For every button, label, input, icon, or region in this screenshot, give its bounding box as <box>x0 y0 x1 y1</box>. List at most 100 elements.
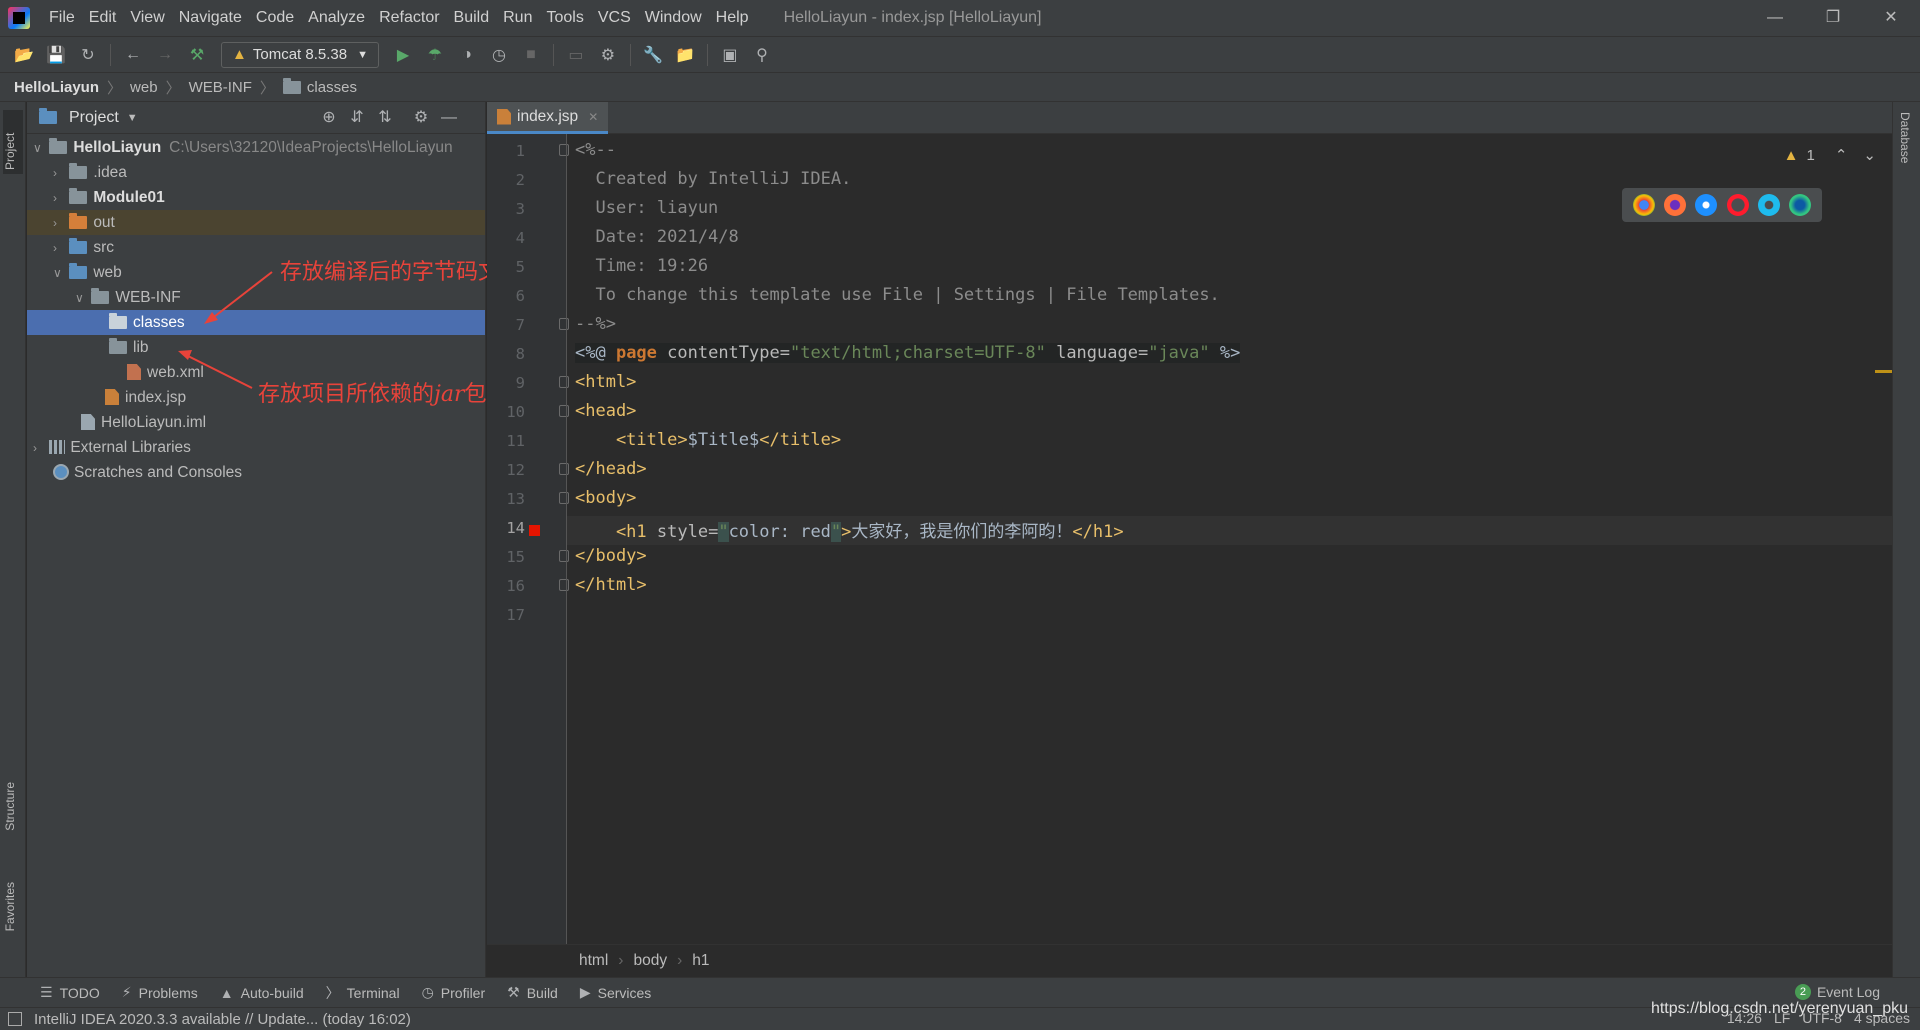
expand-all-icon[interactable]: ⇵ <box>345 106 369 130</box>
code-line-3[interactable]: User: liayun <box>575 198 718 218</box>
project-tool-tab[interactable]: Project <box>3 110 23 174</box>
code-line-10[interactable]: <head> <box>575 401 636 421</box>
firefox-icon[interactable] <box>1663 194 1686 216</box>
code-line-8[interactable]: <%@ page contentType="text/html;charset=… <box>575 343 1241 363</box>
menu-view[interactable]: View <box>123 0 171 36</box>
menu-run[interactable]: Run <box>496 0 539 36</box>
status-message[interactable]: IntelliJ IDEA 2020.3.3 available // Upda… <box>34 1011 411 1028</box>
breadcrumb-classes[interactable]: classes <box>307 79 357 96</box>
chevron-up-icon[interactable]: ⌃ <box>1835 146 1848 164</box>
tab-index-jsp[interactable]: index.jsp ✕ <box>487 102 609 134</box>
menu-refactor[interactable]: Refactor <box>372 0 446 36</box>
back-arrow-icon[interactable]: ← <box>121 43 145 67</box>
open-folder-icon[interactable]: 📂 <box>12 43 36 67</box>
fold-icon[interactable] <box>559 550 569 562</box>
code-line-6[interactable]: To change this template use File | Setti… <box>575 285 1219 305</box>
code-line-15[interactable]: </body> <box>575 546 647 566</box>
tree-item-idea[interactable]: › .idea <box>27 160 485 185</box>
breadcrumb-web-inf[interactable]: WEB-INF <box>189 79 252 96</box>
fold-icon[interactable] <box>559 144 569 156</box>
debug-icon[interactable]: ☂ <box>423 43 447 67</box>
inspection-widget[interactable]: ▲ 1 ⌃ ⌄ <box>1784 146 1876 165</box>
structure-tool-tab[interactable]: Structure <box>3 782 23 831</box>
coverage-icon[interactable]: ◑ <box>455 43 479 67</box>
menu-window[interactable]: Window <box>638 0 709 36</box>
tree-item-module01[interactable]: › Module01 <box>27 185 485 210</box>
tree-item-external-libraries[interactable]: › External Libraries <box>27 435 485 460</box>
collapse-all-icon[interactable]: ⇅ <box>373 106 397 130</box>
code-line-7[interactable]: --%> <box>575 314 616 334</box>
tool-terminal[interactable]: 〉 Terminal <box>326 983 400 1003</box>
tree-item-lib[interactable]: lib <box>27 335 485 360</box>
code-line-11[interactable]: <title>$Title$</title> <box>575 430 841 450</box>
editor-crumb-html[interactable]: html <box>579 952 608 970</box>
menu-file[interactable]: File <box>42 0 82 36</box>
code-line-13[interactable]: <body> <box>575 488 636 508</box>
fold-icon[interactable] <box>559 318 569 330</box>
tool-auto-build[interactable]: ▲ Auto-build <box>220 985 304 1001</box>
code-line-1[interactable]: <%-- <box>575 140 616 160</box>
menu-help[interactable]: Help <box>709 0 756 36</box>
tool-problems[interactable]: ⚡ Problems <box>122 984 198 1001</box>
save-all-icon[interactable]: 💾 <box>44 43 68 67</box>
code-line-9[interactable]: <html> <box>575 372 636 392</box>
fold-icon[interactable] <box>559 463 569 475</box>
code-line-4[interactable]: Date: 2021/4/8 <box>575 227 738 247</box>
restore-button[interactable]: ❐ <box>1804 0 1862 36</box>
run-configuration-select[interactable]: ▲ Tomcat 8.5.38 ▼ <box>221 41 379 68</box>
code-line-16[interactable]: </html> <box>575 575 647 595</box>
project-panel-title[interactable]: Project <box>69 109 119 127</box>
warning-stripe-marker[interactable] <box>1875 370 1892 373</box>
menu-tools[interactable]: Tools <box>539 0 590 36</box>
attach-icon[interactable]: ▭ <box>564 43 588 67</box>
menu-code[interactable]: Code <box>249 0 301 36</box>
fold-icon[interactable] <box>559 376 569 388</box>
menu-navigate[interactable]: Navigate <box>172 0 249 36</box>
database-tool-tab[interactable]: Database <box>1898 112 1912 163</box>
code-line-5[interactable]: Time: 19:26 <box>575 256 708 276</box>
fold-icon[interactable] <box>559 492 569 504</box>
code-line-12[interactable]: </head> <box>575 459 647 479</box>
project-structure-icon[interactable]: 📁 <box>673 43 697 67</box>
tree-item-out[interactable]: › out <box>27 210 485 235</box>
tree-item-iml[interactable]: HelloLiayun.iml <box>27 410 485 435</box>
presentation-icon[interactable]: ▣ <box>718 43 742 67</box>
breadcrumb-web[interactable]: web <box>130 79 158 96</box>
menu-edit[interactable]: Edit <box>82 0 124 36</box>
editor-crumb-body[interactable]: body <box>633 952 667 970</box>
code-line-14[interactable]: <h1 style="color: red">大家好，我是你们的李阿昀！</h1… <box>575 517 1124 542</box>
chevron-down-icon[interactable]: ⌄ <box>1863 146 1876 164</box>
menu-analyze[interactable]: Analyze <box>301 0 372 36</box>
locate-file-icon[interactable]: ⊕ <box>317 106 341 130</box>
tree-item-project-root[interactable]: ∨ HelloLiayun C:\Users\32120\IdeaProjects… <box>27 135 485 160</box>
opera-icon[interactable] <box>1726 194 1749 216</box>
hide-panel-icon[interactable]: — <box>437 106 461 130</box>
fold-icon[interactable] <box>559 579 569 591</box>
safari-icon[interactable] <box>1695 194 1718 216</box>
editor-crumb-h1[interactable]: h1 <box>692 952 709 970</box>
close-window-button[interactable]: ✕ <box>1862 0 1920 36</box>
tool-services[interactable]: ▶ Services <box>580 984 651 1001</box>
internet-explorer-icon[interactable] <box>1757 194 1780 216</box>
menu-build[interactable]: Build <box>447 0 497 36</box>
search-icon[interactable]: ⚲ <box>750 43 774 67</box>
run-icon[interactable]: ▶ <box>391 43 415 67</box>
menu-vcs[interactable]: VCS <box>591 0 638 36</box>
tree-item-classes[interactable]: classes <box>27 310 485 335</box>
update-app-icon[interactable]: ⚙ <box>596 43 620 67</box>
sync-icon[interactable]: ↻ <box>76 43 100 67</box>
stop-icon[interactable]: ■ <box>519 43 543 67</box>
toggle-tool-windows-icon[interactable] <box>8 1012 22 1026</box>
tool-build[interactable]: ⚒ Build <box>507 984 558 1001</box>
favorites-tool-tab[interactable]: Favorites <box>3 882 23 931</box>
tool-todo[interactable]: ☰ TODO <box>40 984 100 1001</box>
code-line-2[interactable]: Created by IntelliJ IDEA. <box>575 169 851 189</box>
chrome-icon[interactable] <box>1632 194 1655 216</box>
settings-wrench-icon[interactable]: 🔧 <box>641 43 665 67</box>
breakpoint-icon[interactable] <box>529 525 540 536</box>
event-log-button[interactable]: 2 Event Log <box>1794 984 1880 1000</box>
close-tab-icon[interactable]: ✕ <box>588 110 598 124</box>
minimize-button[interactable]: — <box>1746 0 1804 36</box>
chevron-down-icon[interactable]: ▼ <box>127 112 138 124</box>
build-hammer-icon[interactable]: ⚒ <box>185 43 209 67</box>
